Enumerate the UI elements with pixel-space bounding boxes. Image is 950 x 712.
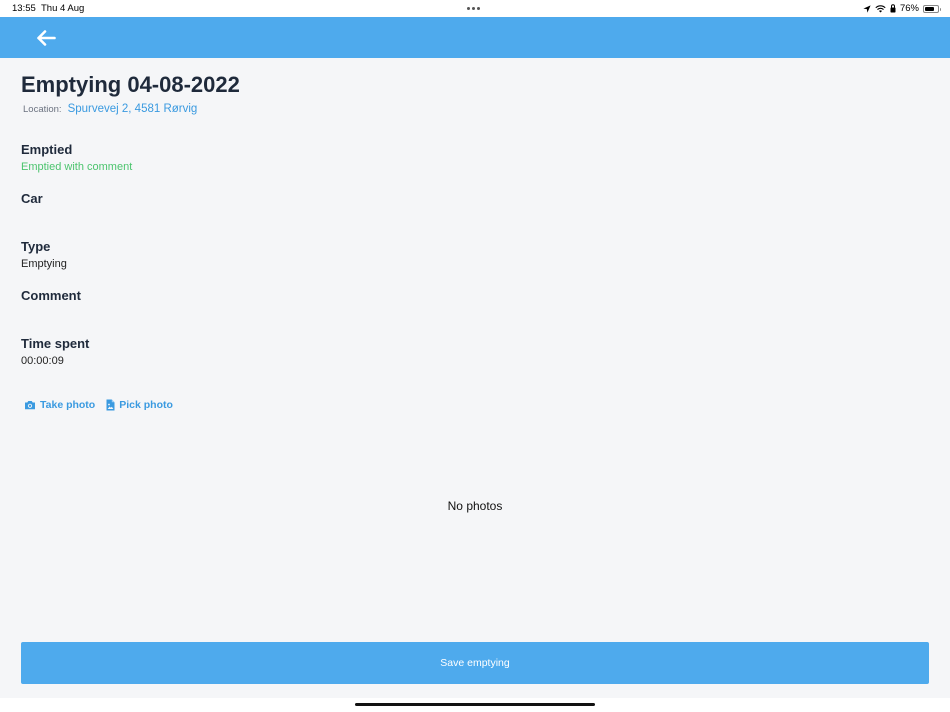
location-row: Location: Spurvevej 2, 4581 Rørvig: [23, 103, 197, 115]
location-arrow-icon: [863, 4, 871, 13]
take-photo-label: Take photo: [40, 399, 96, 411]
main-content: Emptying 04-08-2022 Location: Spurvevej …: [0, 58, 950, 698]
lock-rotation-icon: [890, 4, 896, 13]
app-header: [0, 17, 950, 58]
battery-percent: 76%: [899, 3, 919, 14]
no-photos-text: No photos: [447, 499, 503, 513]
home-indicator-area: [0, 698, 950, 712]
save-emptying-button[interactable]: Save emptying: [21, 642, 929, 684]
multitasking-dots-icon[interactable]: [467, 7, 480, 10]
page-title: Emptying 04-08-2022: [21, 72, 240, 97]
pick-photo-label: Pick photo: [119, 399, 173, 411]
type-label: Type: [21, 239, 51, 254]
photo-actions: Take photo Pick photo: [24, 399, 173, 411]
time-spent-label: Time spent: [21, 336, 90, 351]
take-photo-button[interactable]: Take photo: [24, 399, 95, 411]
time-spent-value: 00:00:09: [21, 355, 64, 367]
pick-photo-button[interactable]: Pick photo: [106, 399, 173, 411]
status-indicators: 76%: [863, 2, 941, 15]
car-label: Car: [21, 191, 43, 206]
battery-icon: [923, 4, 941, 13]
status-date: Thu 4 Aug: [41, 3, 85, 14]
emptied-label: Emptied: [21, 142, 73, 157]
location-label: Location:: [23, 104, 62, 115]
emptied-value: Emptied with comment: [21, 161, 133, 173]
camera-icon: [25, 401, 35, 410]
file-image-icon: [106, 399, 115, 411]
back-button[interactable]: [33, 25, 59, 51]
arrow-left-icon: [37, 30, 56, 46]
wifi-icon: [875, 4, 886, 13]
location-link[interactable]: Spurvevej 2, 4581 Rørvig: [68, 103, 198, 115]
status-time: 13:55: [12, 3, 36, 14]
status-bar: 13:55 Thu 4 Aug 76%: [0, 0, 950, 17]
home-indicator[interactable]: [355, 703, 595, 706]
comment-label: Comment: [21, 288, 81, 303]
type-value: Emptying: [21, 258, 67, 270]
